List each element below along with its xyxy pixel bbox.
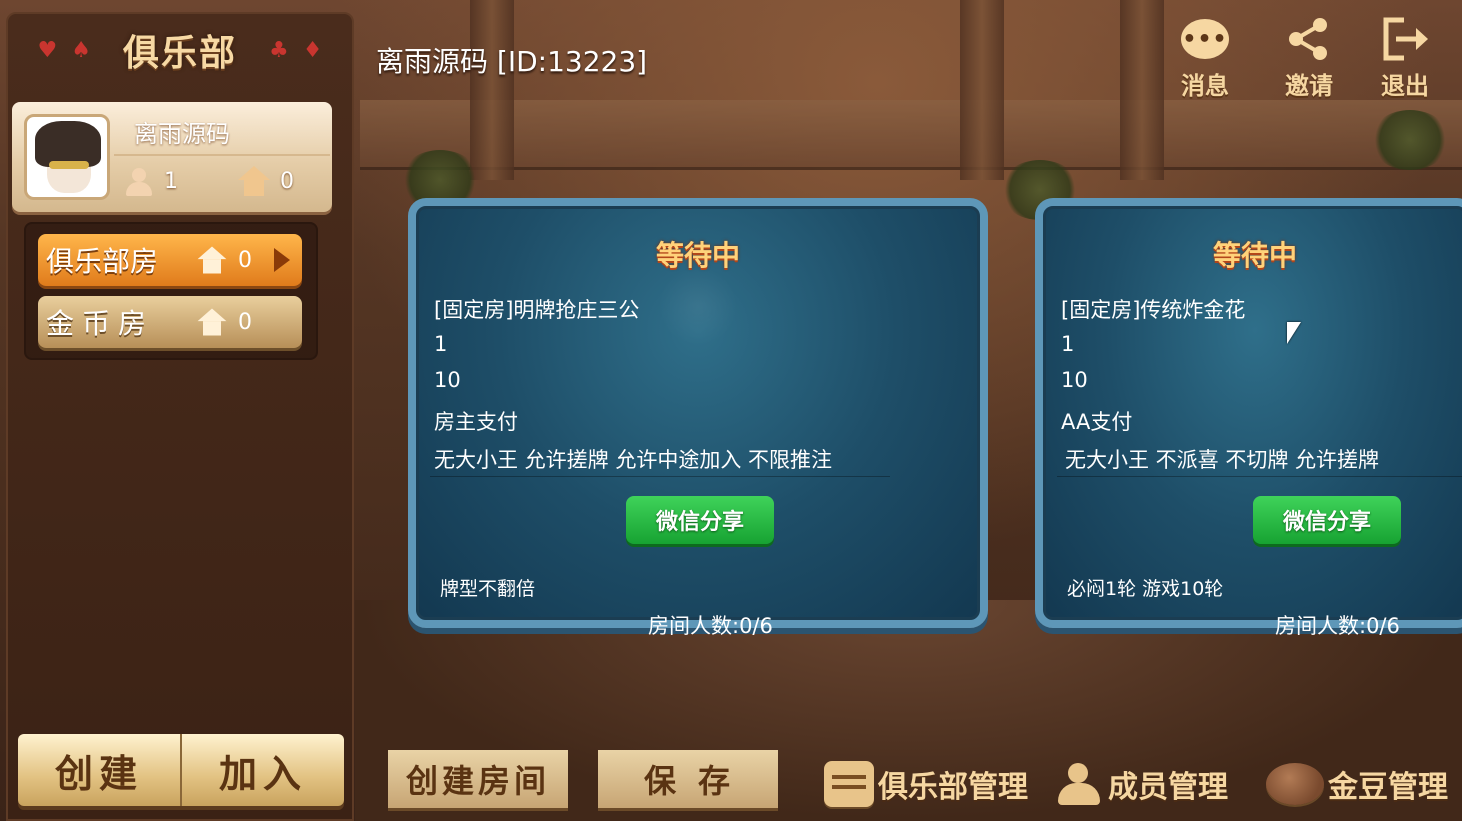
- room-status: 等待中: [1213, 239, 1298, 272]
- club-panel-header: ♥ ♠ 俱乐部 ♣ ♦: [8, 14, 352, 86]
- club-manage-button[interactable]: 俱乐部管理: [824, 756, 1028, 812]
- wechat-share-button[interactable]: 微信分享: [626, 496, 774, 544]
- share-icon: [1282, 12, 1336, 66]
- room-card[interactable]: 等待中 [固定房]传统炸金花 1 10 AA支付 无大小王 不派喜 不切牌 允许…: [1035, 198, 1462, 638]
- room-detail: 10: [434, 368, 461, 392]
- divider: [430, 476, 890, 477]
- tab-count: 0: [238, 247, 252, 273]
- message-icon: •••: [1178, 12, 1232, 66]
- background-plant: [1370, 110, 1450, 170]
- invite-button[interactable]: 邀请: [1274, 12, 1344, 102]
- tab-label: 俱乐部房: [46, 245, 159, 278]
- bean-manage-label: 金豆管理: [1328, 770, 1448, 805]
- room-rules: 无大小王 不派喜 不切牌 允许搓牌: [1065, 448, 1380, 472]
- room-note: 必闷1轮 游戏10轮: [1067, 578, 1224, 600]
- diamond-icon: ♦: [302, 37, 323, 63]
- room-payment: AA支付: [1061, 410, 1133, 434]
- arrow-right-icon: [274, 248, 290, 272]
- member-manage-button[interactable]: 成员管理: [1054, 756, 1228, 812]
- message-label: 消息: [1181, 72, 1229, 100]
- club-side-panel: ♥ ♠ 俱乐部 ♣ ♦ 离雨源码 1 0 俱乐部房 0 金币房 0: [6, 12, 354, 821]
- member-count-value: 1: [164, 168, 178, 194]
- room-name: [固定房]明牌抢庄三公: [434, 298, 640, 322]
- message-button[interactable]: ••• 消息: [1170, 12, 1240, 102]
- room-rules: 无大小王 允许搓牌 允许中途加入 不限推注: [434, 448, 833, 472]
- person-icon: [124, 166, 154, 196]
- club-panel-title: 俱乐部: [122, 33, 237, 74]
- exit-button[interactable]: 退出: [1370, 12, 1440, 102]
- club-suit-icon: ♣: [269, 37, 289, 63]
- background-pillar: [470, 0, 514, 180]
- member-manage-label: 成员管理: [1108, 770, 1228, 805]
- save-button[interactable]: 保存: [598, 750, 778, 808]
- club-manage-label: 俱乐部管理: [878, 770, 1028, 805]
- tab-coin-rooms[interactable]: 金币房 0: [38, 296, 302, 348]
- room-detail: 10: [1061, 368, 1088, 392]
- house-icon: [197, 308, 227, 336]
- avatar[interactable]: [24, 114, 110, 200]
- club-title: 离雨源码 [ID:13223]: [376, 45, 648, 78]
- room-name: [固定房]传统炸金花: [1061, 298, 1246, 322]
- spade-watermark-icon: [658, 266, 738, 346]
- create-club-button[interactable]: 创建: [18, 734, 180, 806]
- room-payment: 房主支付: [434, 410, 518, 434]
- divider: [114, 154, 330, 156]
- wechat-share-button[interactable]: 微信分享: [1253, 496, 1401, 544]
- mouse-cursor-icon: [1287, 322, 1301, 344]
- tab-label: 金币房: [46, 307, 155, 340]
- background-pillar: [960, 0, 1004, 180]
- room-card[interactable]: 等待中 [固定房]明牌抢庄三公 1 10 房主支付 无大小王 允许搓牌 允许中途…: [408, 198, 988, 638]
- house-icon: [238, 166, 270, 196]
- divider: [1057, 476, 1462, 477]
- background-pillar: [1120, 0, 1164, 180]
- room-count-value: 0: [280, 168, 294, 194]
- room-type-tabs: 俱乐部房 0 金币房 0: [24, 222, 318, 360]
- bean-manage-button[interactable]: 金豆管理: [1266, 756, 1448, 812]
- background-counter: [360, 100, 1462, 170]
- spade-icon: ♠: [71, 37, 91, 63]
- club-profile-card[interactable]: 离雨源码 1 0: [12, 102, 332, 212]
- room-status: 等待中: [655, 239, 740, 272]
- exit-label: 退出: [1381, 72, 1429, 100]
- member-count: 1: [124, 166, 178, 196]
- create-room-button[interactable]: 创建房间: [388, 750, 568, 808]
- heart-icon: ♥: [37, 37, 58, 63]
- exit-icon: [1378, 12, 1432, 66]
- room-detail: 1: [434, 332, 448, 356]
- house-icon: [197, 246, 227, 274]
- invite-label: 邀请: [1285, 72, 1333, 100]
- tab-club-rooms[interactable]: 俱乐部房 0: [38, 234, 302, 286]
- bean-icon: [1266, 763, 1324, 805]
- room-detail: 1: [1061, 332, 1075, 356]
- people-icon: [1054, 761, 1104, 807]
- room-count: 0: [238, 166, 294, 196]
- club-owner-name: 离雨源码: [134, 120, 230, 148]
- room-player-count: 房间人数:0/6: [1275, 614, 1400, 638]
- tab-count: 0: [238, 309, 252, 335]
- list-icon: [824, 761, 874, 807]
- join-club-button[interactable]: 加入: [180, 734, 344, 806]
- room-player-count: 房间人数:0/6: [648, 614, 773, 638]
- create-join-group: 创建 加入: [18, 734, 344, 806]
- room-note: 牌型不翻倍: [440, 578, 536, 600]
